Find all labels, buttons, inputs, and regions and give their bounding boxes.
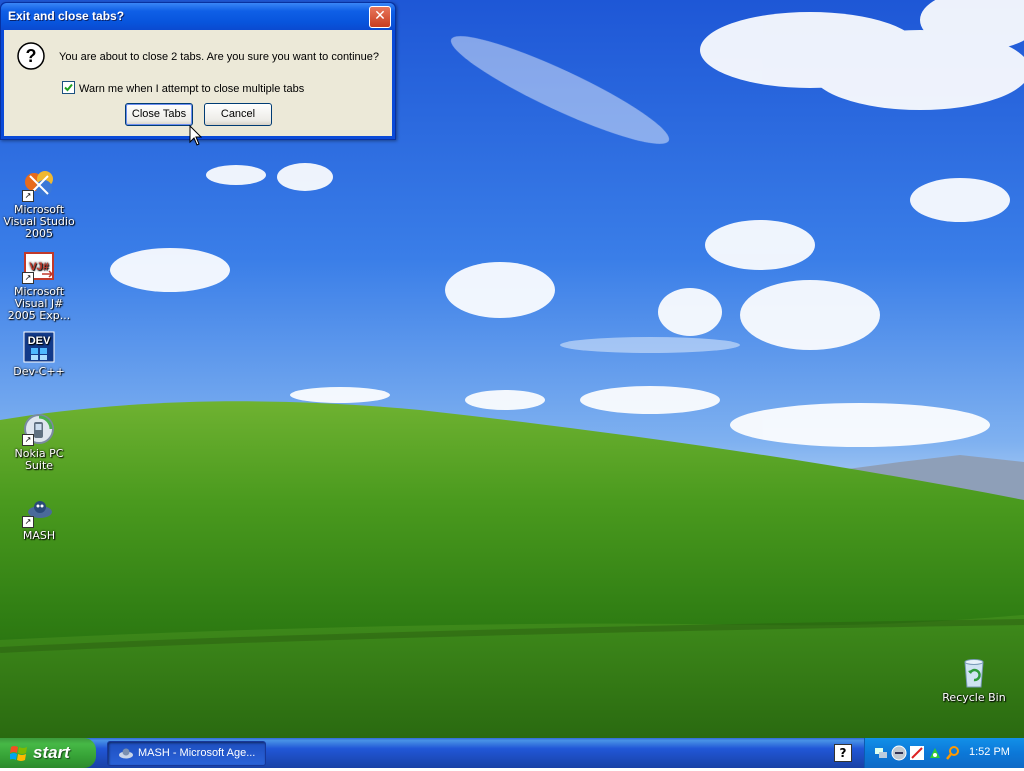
question-icon: ? (17, 42, 45, 70)
clock[interactable]: 1:52 PM (969, 746, 1010, 758)
desktop-icon-label: Nokia PC Suite (14, 447, 64, 472)
dialog-body: ? You are about to close 2 tabs. Are you… (4, 30, 392, 136)
network-icon[interactable] (873, 745, 889, 761)
warn-multiple-tabs-checkbox[interactable]: Warn me when I attempt to close multiple… (62, 81, 304, 95)
shortcut-arrow-icon: ↗ (22, 434, 34, 446)
close-tabs-button[interactable]: Close Tabs (125, 103, 193, 126)
taskbar-item-label: MASH - Microsoft Age... (138, 747, 256, 759)
desktop-icon-label: Microsoft Visual Studio 2005 (3, 203, 75, 240)
desktop-icon-label: Dev-C++ (13, 365, 65, 378)
visual-jsharp-icon: VJ# ↗ (22, 250, 56, 284)
visual-studio-icon: ↗ (22, 168, 56, 202)
checkbox-box[interactable] (62, 81, 75, 94)
search-icon[interactable] (945, 745, 961, 761)
checkbox-label: Warn me when I attempt to close multiple… (79, 83, 305, 95)
nokia-pc-suite-icon: ↗ (22, 412, 56, 446)
desktop-icon-label: Microsoft Visual J# 2005 Exp... (7, 285, 71, 322)
cancel-button[interactable]: Cancel (204, 103, 272, 126)
system-tray: 1:52 PM (864, 738, 1024, 768)
start-button[interactable]: start (0, 738, 96, 768)
windows-logo-icon (9, 745, 28, 767)
sound-icon[interactable] (891, 745, 907, 761)
desktop-icon-nokia-pc-suite[interactable]: ↗ Nokia PC Suite (0, 412, 79, 472)
shortcut-arrow-icon: ↗ (22, 516, 34, 528)
checkmark-icon (64, 83, 73, 92)
desktop-icon-mash[interactable]: ↗ MASH (0, 494, 79, 542)
update-icon[interactable] (927, 745, 943, 761)
close-icon: ✕ (374, 8, 386, 24)
dialog-close-button[interactable]: ✕ (369, 6, 391, 28)
dialog-title: Exit and close tabs? (8, 9, 125, 23)
desktop-icon-dev-cpp[interactable]: DEV Dev-C++ (0, 330, 79, 378)
desktop-icon-recycle-bin[interactable]: Recycle Bin (934, 656, 1014, 704)
desktop-icon-label: Recycle Bin (942, 691, 1006, 704)
shortcut-arrow-icon: ↗ (22, 190, 34, 202)
mash-icon (118, 746, 134, 771)
shortcut-arrow-icon: ↗ (22, 272, 34, 284)
start-label: start (33, 743, 70, 762)
dialog-titlebar[interactable]: Exit and close tabs? ✕ (1, 3, 395, 30)
taskbar: start MASH - Microsoft Age... ? 1:52 PM (0, 738, 1024, 768)
dev-cpp-badge: DEV (28, 335, 51, 347)
recycle-bin-icon (957, 656, 991, 690)
desktop-icon-visual-jsharp[interactable]: VJ# ↗ Microsoft Visual J# 2005 Exp... (0, 250, 79, 322)
svg-text:?: ? (26, 46, 37, 66)
exit-close-tabs-dialog: Exit and close tabs? ✕ ? You are about t… (0, 2, 396, 140)
taskbar-item-mash[interactable]: MASH - Microsoft Age... (107, 741, 266, 766)
dev-cpp-icon: DEV (22, 330, 56, 364)
dialog-message: You are about to close 2 tabs. Are you s… (59, 51, 380, 63)
desktop-icon-visual-studio[interactable]: ↗ Microsoft Visual Studio 2005 (0, 168, 79, 240)
mash-icon: ↗ (22, 494, 56, 528)
mouse-cursor-icon (189, 124, 203, 150)
help-icon[interactable]: ? (834, 744, 852, 762)
security-icon[interactable] (909, 745, 925, 761)
desktop-icon-label: MASH (22, 529, 56, 542)
